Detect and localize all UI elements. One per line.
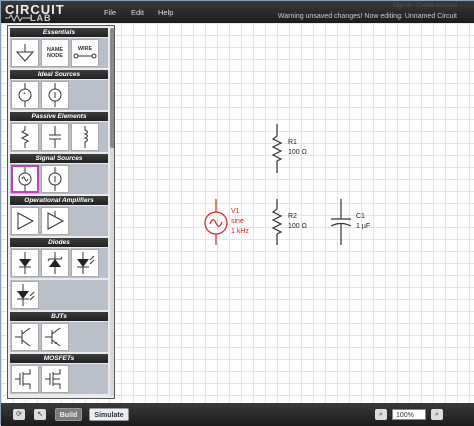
c1-name: C1 (356, 213, 365, 220)
inductor-icon (83, 126, 88, 148)
voltage-source-icon: + (18, 83, 32, 107)
v1-frequency: 1 kHz (231, 228, 249, 235)
pmos-icon (45, 369, 61, 389)
menu-edit[interactable]: Edit (131, 8, 144, 17)
c1-value: 1 µF (356, 223, 371, 230)
zener-icon (47, 252, 63, 274)
r2-name: R2 (288, 213, 297, 220)
nmos-component[interactable] (11, 365, 39, 393)
logo-squiggle-icon (5, 14, 31, 22)
category-passive-elements[interactable]: Passive Elements (10, 112, 108, 121)
zoom-out-icon[interactable]: ⌕ (375, 409, 387, 420)
current-source-component[interactable] (41, 81, 69, 109)
category-signal-sources[interactable]: Signal Sources (10, 154, 108, 163)
simulate-button[interactable]: Simulate (89, 408, 129, 421)
zoom-in-icon[interactable]: ⌕ (431, 409, 443, 420)
pmos-component[interactable] (41, 365, 69, 393)
opamp-supply-icon (47, 211, 65, 230)
sine-current-source-component[interactable] (41, 165, 69, 193)
inductor-component[interactable] (71, 123, 99, 151)
v1-type: sine (231, 218, 244, 225)
component-palette: Essentials NAME NODE WIRE Ideal Sources +… (7, 25, 115, 399)
wire-icon (73, 53, 97, 59)
wire-component[interactable]: WIRE (71, 39, 99, 67)
category-diodes[interactable]: Diodes (10, 238, 108, 247)
nmos-icon (15, 369, 31, 389)
circuitlab-logo[interactable]: CIRCUIT LAB (5, 2, 75, 23)
category-op-amps[interactable]: Operational Amplifiers (10, 196, 108, 205)
category-mosfets[interactable]: MOSFETs (10, 354, 108, 363)
opamp-icon (17, 212, 35, 230)
photodiode-component[interactable] (11, 281, 39, 309)
npn-icon (15, 327, 31, 347)
capacitor-c1[interactable] (330, 199, 352, 245)
resistor-component[interactable] (11, 123, 39, 151)
capacitor-icon (49, 126, 61, 148)
rotate-icon[interactable]: ⟳ (13, 409, 25, 420)
sine-source-component[interactable] (11, 165, 39, 193)
account-links[interactable]: Sign in · Create account (393, 3, 457, 9)
diode-component[interactable] (11, 249, 39, 277)
category-ideal-sources[interactable]: Ideal Sources (10, 70, 108, 79)
photodiode-icon (17, 284, 35, 306)
pointer-tool-icon[interactable]: ↖ (34, 409, 46, 420)
pnp-icon (45, 327, 61, 347)
resistor-icon (20, 126, 30, 148)
resistor-r2[interactable] (271, 199, 283, 245)
opamp-component[interactable] (11, 207, 39, 235)
logo-text-bottom: LAB (30, 13, 52, 23)
led-icon (77, 252, 95, 274)
svg-text:+: + (23, 91, 26, 97)
sine-current-icon (48, 167, 62, 191)
r1-name: R1 (288, 139, 297, 146)
sine-source-v1[interactable] (204, 199, 228, 245)
build-button[interactable]: Build (55, 408, 82, 421)
palette-scroll-thumb[interactable] (110, 28, 114, 148)
top-bar: CIRCUIT LAB File Edit Help Sign in · Cre… (1, 1, 474, 23)
menu-help[interactable]: Help (158, 8, 173, 17)
zener-component[interactable] (41, 249, 69, 277)
led-component[interactable] (71, 249, 99, 277)
npn-component[interactable] (11, 323, 39, 351)
category-bjts[interactable]: BJTs (10, 312, 108, 321)
name-node-line2: NODE (47, 53, 63, 59)
status-message: Warning unsaved changes! Now editing: Un… (277, 13, 457, 20)
ground-component[interactable] (11, 39, 39, 67)
sine-source-icon (18, 167, 32, 191)
category-essentials[interactable]: Essentials (10, 28, 108, 37)
opamp-supply-component[interactable] (41, 207, 69, 235)
pnp-component[interactable] (41, 323, 69, 351)
bottom-toolbar: ⟳ ↖ Build Simulate ⌕ 100% ⌕ (1, 403, 474, 426)
diode-icon (19, 252, 31, 274)
v1-name: V1 (231, 208, 240, 215)
r2-value: 100 Ω (288, 223, 307, 230)
resistor-r1[interactable] (271, 124, 283, 173)
current-source-icon (48, 83, 62, 107)
palette-scrollbar[interactable] (110, 28, 114, 396)
name-node-component[interactable]: NAME NODE (41, 39, 69, 67)
r1-value: 100 Ω (288, 149, 307, 156)
zoom-level-field[interactable]: 100% (392, 409, 426, 420)
ground-icon (15, 44, 35, 62)
menu-file[interactable]: File (104, 8, 116, 17)
voltage-source-component[interactable]: + (11, 81, 39, 109)
capacitor-component[interactable] (41, 123, 69, 151)
